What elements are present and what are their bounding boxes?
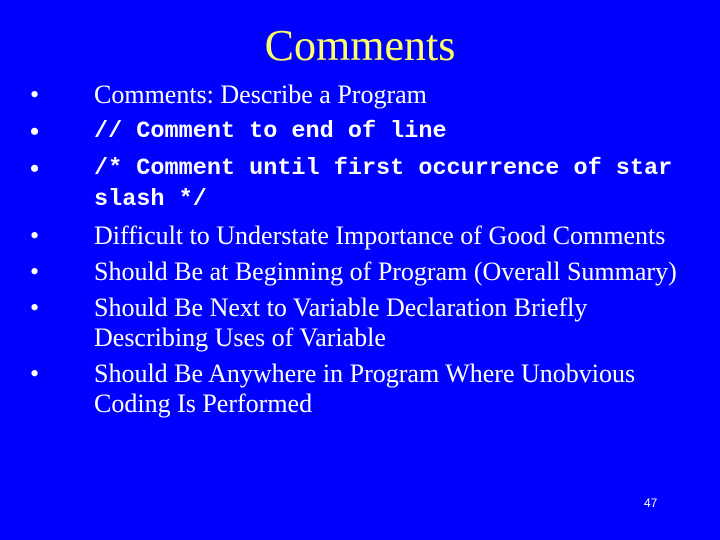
bullet-item: • Comments: Describe a Program — [24, 80, 704, 110]
bullet-icon: • — [30, 80, 40, 109]
bullet-item: • Should Be Anywhere in Program Where Uno… — [24, 359, 704, 419]
bullet-text: Should Be Anywhere in Program Where Unob… — [94, 359, 636, 418]
bullet-icon: • — [30, 117, 40, 146]
bullet-text: // Comment to end of line — [94, 118, 447, 145]
bullet-item: • Should Be at Beginning of Program (Over… — [24, 257, 704, 287]
bullet-text: /* Comment until first occurrence of sta… — [94, 155, 673, 213]
bullet-text: Comments: Describe a Program — [94, 80, 427, 109]
bullet-icon: • — [30, 154, 40, 183]
bullet-icon: • — [30, 293, 40, 322]
bullet-icon: • — [30, 221, 40, 250]
bullet-text: Should Be at Beginning of Program (Overa… — [94, 257, 677, 286]
page-number: 47 — [644, 496, 658, 510]
bullet-icon: • — [30, 257, 40, 286]
bullet-item: • Should Be Next to Variable Declaration … — [24, 293, 704, 353]
bullet-item: • // Comment to end of line — [24, 116, 704, 147]
bullet-text: Should Be Next to Variable Declaration B… — [94, 293, 588, 352]
bullet-item: • /* Comment until first occurrence of st… — [24, 153, 704, 215]
bullet-text: Difficult to Understate Importance of Go… — [94, 221, 666, 250]
slide-title: Comments — [264, 21, 456, 70]
bullet-icon: • — [30, 359, 40, 388]
bullet-list: • Comments: Describe a Program • // Commen… — [24, 80, 704, 425]
bullet-item: • Difficult to Understate Importance of G… — [24, 221, 704, 251]
